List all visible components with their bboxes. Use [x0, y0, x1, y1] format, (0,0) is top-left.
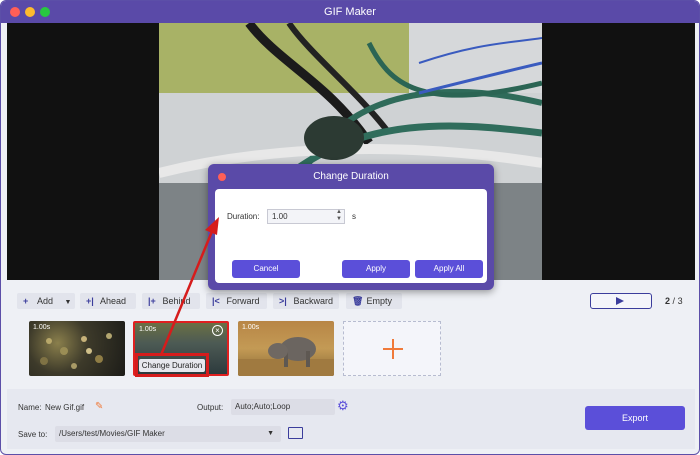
output-settings-field: Auto;Auto;Loop — [231, 399, 335, 415]
dialog-body: Duration: 1.00 ▲ ▼ s Cancel Apply Apply A… — [215, 189, 487, 283]
frame-separator: / — [672, 296, 676, 306]
add-frame-button[interactable] — [343, 321, 441, 376]
frame-total: 3 — [677, 296, 683, 306]
title-bar: GIF Maker — [1, 1, 699, 23]
insert-behind-icon: |+ — [148, 296, 156, 306]
change-duration-dialog: Change Duration Duration: 1.00 ▲ ▼ s Canc… — [208, 164, 494, 290]
save-to-label: Save to: — [18, 430, 48, 439]
change-duration-button[interactable]: Change Duration — [139, 359, 205, 372]
save-path-field[interactable]: /Users/test/Movies/GIF Maker ▼ — [55, 426, 281, 442]
gif-name-value[interactable]: New Gif.gif — [45, 403, 84, 412]
ahead-button-label: Ahead — [100, 296, 127, 306]
duration-stepper[interactable]: ▲ ▼ — [333, 209, 345, 224]
empty-button[interactable]: 🗑 Empty — [346, 293, 402, 309]
frame-duration: 1.00s — [139, 326, 157, 333]
frame-thumbnail-1[interactable]: 1.00s — [29, 321, 125, 376]
export-button[interactable]: Export — [585, 406, 685, 430]
frame-thumbnail-3[interactable]: 1.00s — [238, 321, 334, 376]
cancel-button[interactable]: Cancel — [232, 260, 300, 278]
dialog-title: Change Duration — [313, 171, 389, 182]
forward-button[interactable]: |< Forward — [206, 293, 267, 309]
duration-label: Duration: — [227, 212, 260, 221]
behind-button[interactable]: |+ Behind — [142, 293, 200, 309]
frame-counter: 2 / 3 — [665, 296, 683, 306]
window-title: GIF Maker — [324, 6, 376, 18]
save-path-value: /Users/test/Movies/GIF Maker — [59, 429, 165, 438]
forward-button-label: Forward — [226, 296, 260, 306]
ahead-button[interactable]: +| Ahead — [80, 293, 136, 309]
remove-frame-icon[interactable]: × — [212, 325, 223, 336]
app-window: GIF Maker + Add ▼ +| Ahead |+ Behind |< … — [0, 0, 700, 455]
backward-button-label: Backward — [293, 296, 334, 306]
add-button[interactable]: + Add ▼ — [17, 293, 75, 309]
apply-button[interactable]: Apply — [342, 260, 410, 278]
move-backward-icon: >| — [279, 296, 287, 306]
play-icon — [616, 297, 624, 305]
chevron-down-icon[interactable]: ▼ — [65, 299, 72, 306]
name-label: Name: — [18, 403, 42, 412]
move-forward-icon: |< — [212, 296, 220, 306]
trash-icon: 🗑 — [352, 296, 364, 306]
output-label: Output: — [197, 403, 224, 412]
duration-unit: s — [352, 212, 356, 221]
plus-icon: + — [23, 296, 29, 306]
gear-icon[interactable]: ⚙ — [337, 398, 349, 414]
play-button[interactable] — [590, 293, 652, 309]
frame-duration: 1.00s — [242, 324, 260, 331]
edit-name-icon[interactable]: ✎ — [95, 401, 103, 412]
folder-icon[interactable] — [288, 427, 303, 439]
backward-button[interactable]: >| Backward — [273, 293, 339, 309]
add-button-label: Add — [37, 296, 54, 306]
chevron-down-icon[interactable]: ▼ — [267, 426, 274, 442]
frame-current: 2 — [665, 296, 671, 306]
behind-button-label: Behind — [162, 296, 191, 306]
plus-icon-vertical — [392, 339, 394, 359]
empty-button-label: Empty — [366, 296, 393, 306]
frame-duration: 1.00s — [33, 324, 51, 331]
apply-all-button[interactable]: Apply All — [415, 260, 483, 278]
insert-ahead-icon: +| — [86, 296, 94, 306]
